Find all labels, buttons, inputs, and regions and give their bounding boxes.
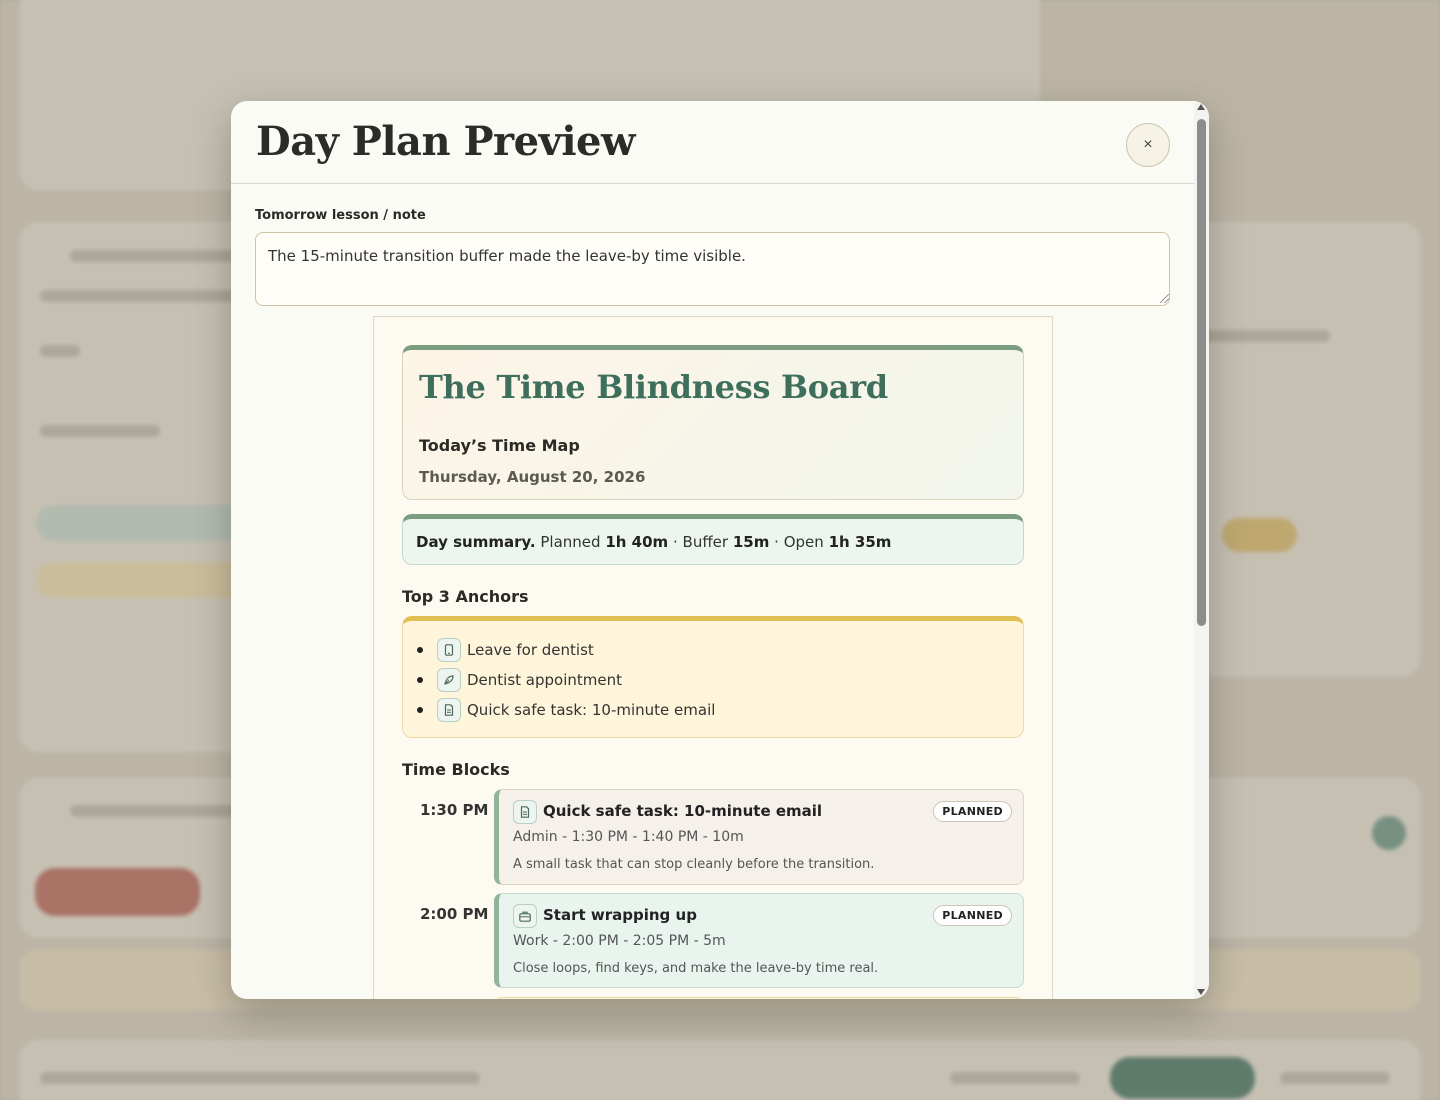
- time-blocks-heading: Time Blocks: [402, 760, 510, 779]
- briefcase-icon: [513, 904, 537, 928]
- board-subtitle: Today’s Time Map: [419, 436, 580, 455]
- bullet: [417, 677, 423, 683]
- block-description: Close loops, find keys, and make the lea…: [513, 961, 879, 976]
- summary-separator: ·: [774, 533, 779, 551]
- scroll-up-arrow-icon[interactable]: [1197, 104, 1205, 110]
- note-label: Tomorrow lesson / note: [255, 208, 426, 223]
- anchor-item: Dentist appointment: [417, 668, 622, 692]
- open-value: 1h 35m: [828, 533, 892, 551]
- status-badge: PLANNED: [933, 905, 1012, 926]
- document-icon: [437, 698, 461, 722]
- block-title: Quick safe task: 10-minute email: [543, 802, 823, 820]
- leaf-icon: [437, 668, 461, 692]
- board-title: The Time Blindness Board: [419, 368, 888, 406]
- anchor-label: Quick safe task: 10-minute email: [467, 701, 716, 719]
- planned-label: Planned: [540, 533, 601, 551]
- resize-handle-icon[interactable]: [1160, 294, 1169, 303]
- time-block[interactable]: Quick safe task: 10-minute email PLANNED…: [494, 789, 1024, 885]
- modal-title: Day Plan Preview: [256, 118, 635, 165]
- document-icon: [513, 800, 537, 824]
- buffer-label: Buffer: [682, 533, 729, 551]
- block-title: Start wrapping up: [543, 906, 697, 924]
- anchor-item: Quick safe task: 10-minute email: [417, 698, 715, 722]
- scrollbar-thumb[interactable]: [1197, 119, 1206, 626]
- time-block-partial[interactable]: [494, 997, 1024, 999]
- day-plan-preview-modal: Day Plan Preview × Tomorrow lesson / not…: [231, 101, 1209, 999]
- summary-label: Day summary.: [416, 533, 536, 551]
- buffer-value: 15m: [732, 533, 770, 551]
- bullet: [417, 647, 423, 653]
- anchors-heading: Top 3 Anchors: [402, 587, 529, 606]
- board-header-card: The Time Blindness Board Today’s Time Ma…: [402, 345, 1024, 500]
- planned-value: 1h 40m: [605, 533, 669, 551]
- scroll-down-arrow-icon[interactable]: [1197, 989, 1205, 995]
- anchors-list: Leave for dentist Dentist appointment Qu…: [402, 616, 1024, 738]
- block-meta: Admin - 1:30 PM - 1:40 PM - 10m: [513, 829, 744, 845]
- tomorrow-note-textarea[interactable]: The 15-minute transition buffer made the…: [255, 232, 1170, 306]
- time-block[interactable]: Start wrapping up PLANNED Work - 2:00 PM…: [494, 893, 1024, 988]
- anchor-item: Leave for dentist: [417, 638, 594, 662]
- modal-header: Day Plan Preview ×: [231, 101, 1209, 184]
- preview-document: The Time Blindness Board Today’s Time Ma…: [373, 316, 1053, 999]
- block-time: 2:00 PM: [420, 905, 489, 923]
- open-label: Open: [783, 533, 824, 551]
- anchor-label: Dentist appointment: [467, 671, 622, 689]
- day-summary: Day summary. Planned 1h 40m · Buffer 15m…: [402, 514, 1024, 565]
- bullet: [417, 707, 423, 713]
- phone-icon: [437, 638, 461, 662]
- block-description: A small task that can stop cleanly befor…: [513, 857, 875, 872]
- anchor-label: Leave for dentist: [467, 641, 594, 659]
- status-badge: PLANNED: [933, 801, 1012, 822]
- board-date: Thursday, August 20, 2026: [419, 468, 646, 486]
- block-meta: Work - 2:00 PM - 2:05 PM - 5m: [513, 933, 726, 949]
- summary-separator: ·: [672, 533, 678, 551]
- close-button[interactable]: ×: [1126, 123, 1170, 167]
- block-time: 1:30 PM: [420, 801, 489, 819]
- modal-scrollbar[interactable]: [1194, 101, 1209, 999]
